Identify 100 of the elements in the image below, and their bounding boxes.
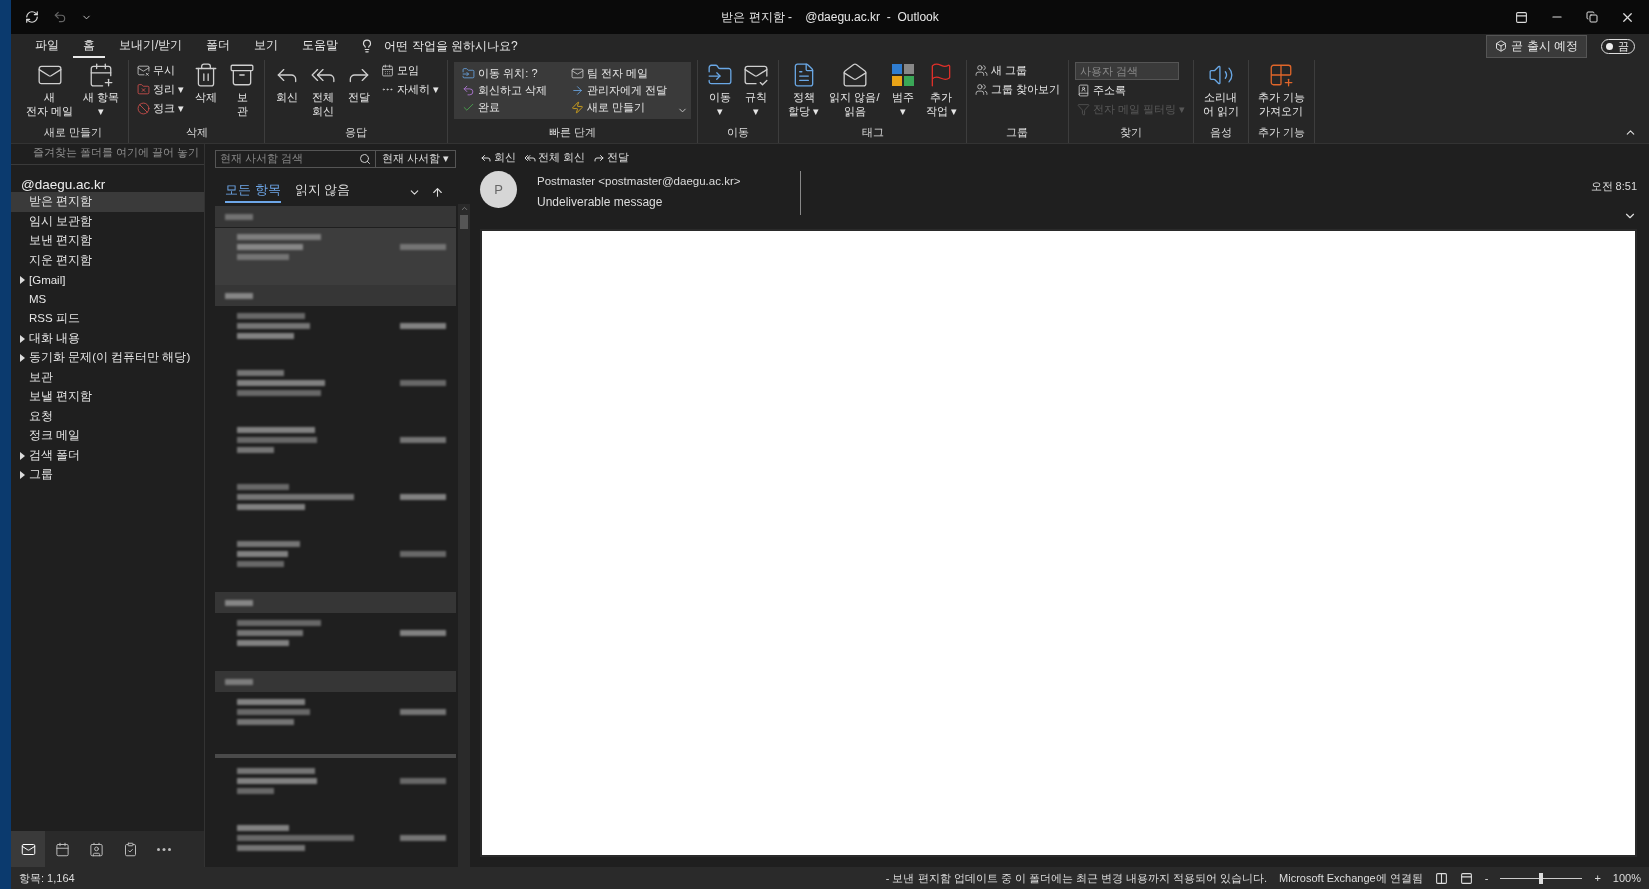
zoom-in-button[interactable]: + bbox=[1594, 872, 1601, 884]
mail-button[interactable] bbox=[11, 831, 45, 867]
folder-item[interactable]: 받은 편지함 bbox=[11, 192, 204, 212]
quick-step[interactable]: 새로 만들기 bbox=[569, 99, 670, 116]
ribbon-button[interactable]: 그룹 찾아보기 bbox=[972, 81, 1062, 98]
window-title: 받은 편지함 - @daegu.ac.kr - Outlook bbox=[721, 8, 939, 26]
blurred-text bbox=[400, 323, 446, 329]
menu-tab[interactable]: 보내기/받기 bbox=[109, 34, 193, 58]
folder-item[interactable]: 보낸 편지함 bbox=[11, 231, 204, 251]
mail-icon bbox=[20, 841, 36, 857]
quick-step[interactable]: 관리자에게 전달 bbox=[569, 82, 670, 99]
reply-arrow-icon bbox=[462, 84, 476, 97]
reply-action[interactable]: 전달 bbox=[593, 150, 630, 165]
sync-icon[interactable] bbox=[25, 10, 39, 24]
folder-item[interactable]: 대화 내용 bbox=[11, 328, 204, 348]
ribbon-button[interactable]: 범주 ▾ bbox=[886, 60, 919, 120]
open-envelope-icon bbox=[841, 62, 868, 88]
blurred-text bbox=[225, 213, 253, 220]
people-icon bbox=[974, 83, 988, 96]
blurred-text bbox=[400, 380, 446, 386]
blurred-text bbox=[237, 504, 305, 510]
undo-icon[interactable] bbox=[53, 10, 67, 24]
ribbon-button[interactable]: 자세히 ▾ bbox=[379, 81, 442, 98]
ribbon-button[interactable]: 규칙 ▾ bbox=[740, 60, 773, 120]
reply-action[interactable]: 전체 회신 bbox=[524, 150, 586, 165]
group-label: 이동 bbox=[726, 125, 751, 140]
tell-me-field[interactable]: 어떤 작업을 원하시나요? bbox=[384, 37, 518, 55]
envelope-icon bbox=[571, 67, 585, 80]
quick-step[interactable]: 회신하고 삭제 bbox=[460, 82, 550, 99]
sender-name[interactable]: Postmaster <postmaster@daegu.ac.kr> bbox=[537, 175, 741, 187]
ribbon-button[interactable]: 정리 ▾ bbox=[135, 81, 187, 98]
ribbon-button[interactable]: 전달 bbox=[343, 60, 376, 106]
sort-order-icon[interactable] bbox=[431, 185, 444, 199]
expand-icon[interactable] bbox=[20, 354, 25, 362]
ribbon-button[interactable]: 소리내 어 읽기 bbox=[1199, 60, 1242, 120]
quick-step[interactable]: 완료 bbox=[460, 99, 550, 116]
ribbon-button[interactable]: 이동 ▾ bbox=[704, 60, 737, 120]
account-name[interactable]: @daegu.ac.kr bbox=[11, 165, 204, 192]
folder-item[interactable]: RSS 피드 bbox=[11, 309, 204, 329]
group-header[interactable] bbox=[215, 592, 456, 613]
coming-soon-button[interactable]: 곧 출시 예정 bbox=[1486, 34, 1587, 58]
group-header[interactable] bbox=[215, 285, 456, 306]
folder-item[interactable]: 보낼 편지함 bbox=[11, 387, 204, 407]
ribbon-button[interactable]: 모임 bbox=[379, 62, 442, 79]
scroll-thumb[interactable] bbox=[460, 215, 468, 229]
calendar-icon bbox=[54, 841, 70, 857]
ribbon-button[interactable]: 정크 ▾ bbox=[135, 100, 187, 117]
ribbon-button[interactable]: 추가 기능 가져오기 bbox=[1254, 60, 1308, 120]
ribbon-button[interactable]: 주소록 bbox=[1074, 82, 1187, 99]
people-search-field[interactable]: 사용자 검색 bbox=[1074, 62, 1179, 80]
expand-icon[interactable] bbox=[20, 334, 25, 343]
ribbon-button[interactable]: 무시 bbox=[135, 62, 187, 79]
ribbon-button[interactable]: 새 항목 ▾ bbox=[80, 60, 123, 120]
categories-icon bbox=[889, 62, 916, 88]
zoom-out-button[interactable]: - bbox=[1484, 872, 1489, 884]
folder-item[interactable]: 그룹 bbox=[11, 465, 204, 485]
new-items-icon bbox=[88, 62, 115, 88]
folder-item[interactable]: 검색 폴더 bbox=[11, 445, 204, 465]
ribbon-button[interactable]: 읽지 않음/ 읽음 bbox=[826, 60, 883, 120]
filter-tab[interactable]: 모든 항목 bbox=[225, 181, 281, 203]
menu-tab[interactable]: 폴더 bbox=[196, 34, 241, 58]
ribbon-options-icon[interactable] bbox=[1515, 10, 1528, 24]
filter-tab[interactable]: 읽지 않음 bbox=[294, 181, 351, 203]
expand-icon[interactable] bbox=[20, 276, 25, 284]
restore-icon[interactable] bbox=[1586, 11, 1598, 23]
folder-item[interactable]: 보관 bbox=[11, 367, 204, 387]
message-item[interactable] bbox=[215, 228, 456, 285]
ribbon-button[interactable]: 추가 작업 ▾ bbox=[922, 60, 960, 120]
folder-item[interactable]: 동기화 문제(이 컴퓨터만 해당) bbox=[11, 348, 204, 368]
reply-action[interactable]: 회신 bbox=[480, 150, 516, 165]
ribbon-button[interactable]: 새 그룹 bbox=[972, 62, 1062, 79]
expand-icon[interactable] bbox=[20, 471, 25, 479]
blurred-text bbox=[400, 835, 446, 841]
ribbon-button[interactable]: 새 전자 메일 bbox=[23, 60, 77, 120]
ribbon-button[interactable]: 회신 bbox=[271, 60, 304, 106]
folder-item[interactable]: MS bbox=[11, 289, 204, 309]
group-header[interactable] bbox=[215, 671, 456, 692]
scrollbar[interactable] bbox=[458, 204, 470, 867]
reading-view-icon[interactable] bbox=[1459, 871, 1473, 885]
folder-item[interactable]: [Gmail] bbox=[11, 270, 204, 290]
group-label: 추가 기능 bbox=[1256, 125, 1306, 140]
menu-tab[interactable]: 도움말 bbox=[292, 34, 349, 58]
ribbon-button[interactable]: 정책 할당 ▾ bbox=[785, 60, 823, 120]
menu-tab[interactable]: 보기 bbox=[244, 34, 289, 58]
folder-item[interactable]: 정크 메일 bbox=[11, 426, 204, 446]
ribbon-button[interactable]: 삭제 bbox=[190, 60, 223, 106]
blurred-text bbox=[237, 561, 284, 567]
group-label: 찾기 bbox=[1118, 125, 1143, 140]
lightning-icon bbox=[571, 101, 585, 114]
folder-item[interactable]: 요청 bbox=[11, 406, 204, 426]
expand-icon[interactable] bbox=[20, 451, 25, 460]
folder-item[interactable]: 지운 편지함 bbox=[11, 250, 204, 270]
quick-step[interactable]: 이동 위치: ? bbox=[460, 65, 550, 82]
ribbon-button[interactable]: 전체 회신 bbox=[307, 60, 340, 120]
ribbon-button[interactable]: 보 관 bbox=[226, 60, 259, 120]
menu-tab[interactable]: 파일 bbox=[25, 34, 69, 58]
quick-step[interactable]: 팀 전자 메일 bbox=[569, 65, 670, 82]
folder-item[interactable]: 임시 보관함 bbox=[11, 211, 204, 231]
scroll-up-icon[interactable] bbox=[459, 204, 469, 213]
normal-view-icon[interactable] bbox=[1434, 871, 1448, 885]
